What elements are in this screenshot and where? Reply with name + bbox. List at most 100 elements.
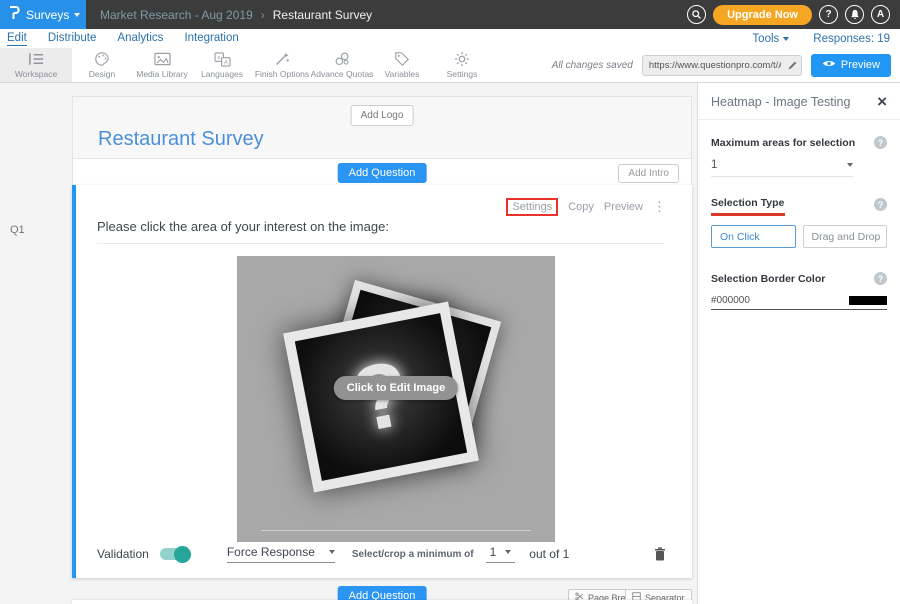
survey-title[interactable]: Restaurant Survey bbox=[98, 128, 264, 151]
placeholder-bottom-line bbox=[261, 530, 531, 531]
chevron-down-icon bbox=[783, 37, 789, 41]
gear-icon bbox=[454, 51, 470, 67]
nav-tab-distribute[interactable]: Distribute bbox=[48, 32, 97, 45]
max-areas-value: 1 bbox=[711, 159, 717, 171]
editor-toolbar: Workspace Design Media Library xA Langua… bbox=[0, 48, 900, 83]
toolbar-tab-finish-options[interactable]: Finish Options bbox=[252, 48, 312, 82]
toolbar-tab-variables[interactable]: Variables bbox=[372, 48, 432, 82]
border-color-field: #000000 bbox=[711, 295, 887, 310]
toolbar-tab-workspace[interactable]: Workspace bbox=[0, 48, 72, 82]
panel-title: Heatmap - Image Testing bbox=[711, 95, 850, 109]
tools-menu[interactable]: Tools bbox=[752, 33, 789, 45]
breadcrumb: Market Research - Aug 2019 › Restaurant … bbox=[100, 8, 372, 22]
tools-menu-label: Tools bbox=[752, 33, 779, 45]
selection-type-row: Selection Type ? bbox=[711, 193, 887, 216]
help-icon[interactable]: ? bbox=[819, 5, 838, 24]
toolbar-tab-design[interactable]: Design bbox=[72, 48, 132, 82]
border-color-row: Selection Border Color ? bbox=[711, 272, 887, 285]
nav-tab-analytics[interactable]: Analytics bbox=[117, 32, 163, 45]
help-icon[interactable]: ? bbox=[874, 272, 887, 285]
selection-type-label-wrap: Selection Type bbox=[711, 193, 785, 216]
red-annotation-underline bbox=[711, 213, 785, 216]
question-copy-button[interactable]: Copy bbox=[568, 201, 594, 213]
nav-tab-integration[interactable]: Integration bbox=[184, 32, 238, 45]
nav-tab-edit[interactable]: Edit bbox=[7, 32, 27, 46]
translate-icon: xA bbox=[214, 51, 231, 67]
click-to-edit-image-button[interactable]: Click to Edit Image bbox=[334, 376, 458, 400]
eye-icon bbox=[822, 59, 836, 71]
question-actions: Settings Copy Preview ⋮ bbox=[506, 198, 666, 216]
validation-label: Validation bbox=[97, 547, 149, 561]
question-preview-button[interactable]: Preview bbox=[604, 201, 643, 213]
chevron-down-icon bbox=[74, 13, 80, 17]
chevron-down-icon bbox=[847, 163, 853, 167]
account-avatar[interactable]: A bbox=[871, 5, 890, 24]
search-icon[interactable] bbox=[687, 5, 706, 24]
survey-header-top: Add Logo Restaurant Survey bbox=[73, 97, 691, 158]
surveys-menu[interactable]: Surveys bbox=[0, 0, 86, 29]
minimum-value: 1 bbox=[490, 545, 497, 559]
close-icon[interactable]: × bbox=[877, 96, 887, 108]
help-icon[interactable]: ? bbox=[874, 198, 887, 211]
survey-url-input[interactable] bbox=[643, 60, 784, 71]
max-areas-dropdown[interactable]: 1 bbox=[711, 159, 853, 177]
nav-right-group: Tools Responses: 19 bbox=[752, 33, 890, 45]
chevron-down-icon bbox=[505, 550, 511, 554]
toolbar-tab-label: Media Library bbox=[136, 69, 188, 79]
surveys-menu-label: Surveys bbox=[26, 8, 69, 22]
toolbar-tab-media-library[interactable]: Media Library bbox=[132, 48, 192, 82]
question-kebab-menu-icon[interactable]: ⋮ bbox=[653, 199, 666, 215]
preview-button[interactable]: Preview bbox=[811, 54, 891, 77]
validation-toggle[interactable] bbox=[160, 548, 189, 560]
border-color-swatch[interactable] bbox=[849, 296, 887, 305]
notifications-bell-icon[interactable] bbox=[845, 5, 864, 24]
topbar-actions: Upgrade Now ? A bbox=[687, 5, 900, 25]
edit-url-pencil-icon[interactable] bbox=[784, 60, 801, 71]
delete-question-trash-icon[interactable] bbox=[654, 547, 666, 561]
chevron-down-icon bbox=[329, 550, 335, 554]
breadcrumb-current: Restaurant Survey bbox=[273, 8, 372, 22]
palette-icon bbox=[94, 51, 110, 67]
border-color-label: Selection Border Color bbox=[711, 273, 825, 285]
validation-row: Validation Force Response Select/crop a … bbox=[97, 542, 666, 566]
toolbar-tab-label: Languages bbox=[201, 69, 243, 79]
drag-and-drop-option[interactable]: Drag and Drop bbox=[803, 225, 888, 248]
force-response-label: Force Response bbox=[227, 545, 315, 559]
selection-type-options: On Click Drag and Drop bbox=[711, 225, 887, 248]
survey-url-field bbox=[642, 55, 802, 76]
questionpro-logo-icon bbox=[8, 5, 21, 25]
toolbar-tab-label: Advance Quotas bbox=[311, 69, 374, 79]
question-text[interactable]: Please click the area of your interest o… bbox=[97, 219, 664, 244]
breadcrumb-parent[interactable]: Market Research - Aug 2019 bbox=[100, 8, 253, 22]
question-settings-panel: Heatmap - Image Testing × Maximum areas … bbox=[697, 83, 900, 604]
add-logo-button[interactable]: Add Logo bbox=[351, 105, 414, 126]
panel-divider bbox=[698, 119, 900, 120]
toolbar-tab-label: Settings bbox=[447, 69, 478, 79]
workspace-icon bbox=[28, 51, 45, 67]
question-index-label: Q1 bbox=[10, 224, 25, 236]
toolbar-right-group: All changes saved Preview bbox=[552, 48, 900, 82]
question-settings-button[interactable]: Settings bbox=[506, 198, 558, 216]
toolbar-tab-languages[interactable]: xA Languages bbox=[192, 48, 252, 82]
max-areas-row: Maximum areas for selection ? bbox=[711, 136, 887, 149]
top-bar: Surveys Market Research - Aug 2019 › Res… bbox=[0, 0, 900, 29]
add-intro-button[interactable]: Add Intro bbox=[618, 164, 679, 183]
responses-count[interactable]: Responses: 19 bbox=[813, 33, 890, 45]
survey-editor-page: Surveys Market Research - Aug 2019 › Res… bbox=[0, 0, 900, 604]
svg-text:x: x bbox=[217, 54, 220, 61]
on-click-option[interactable]: On Click bbox=[711, 225, 796, 248]
force-response-dropdown[interactable]: Force Response bbox=[227, 545, 335, 563]
minimum-value-dropdown[interactable]: 1 bbox=[486, 545, 516, 563]
help-icon[interactable]: ? bbox=[874, 136, 887, 149]
tag-icon bbox=[394, 51, 410, 67]
toolbar-tab-label: Finish Options bbox=[255, 69, 309, 79]
preview-button-label: Preview bbox=[841, 59, 880, 71]
add-question-button-top[interactable]: Add Question bbox=[338, 163, 427, 183]
heatmap-image-placeholder[interactable]: ? Click to Edit Image bbox=[237, 256, 555, 542]
border-color-value[interactable]: #000000 bbox=[711, 295, 750, 306]
upgrade-now-button[interactable]: Upgrade Now bbox=[713, 5, 812, 25]
toolbar-tab-settings[interactable]: Settings bbox=[432, 48, 492, 82]
survey-header-band: Add Question Add Intro bbox=[73, 158, 691, 185]
toolbar-tab-advance-quotas[interactable]: Advance Quotas bbox=[312, 48, 372, 82]
toolbar-tab-label: Design bbox=[89, 69, 115, 79]
